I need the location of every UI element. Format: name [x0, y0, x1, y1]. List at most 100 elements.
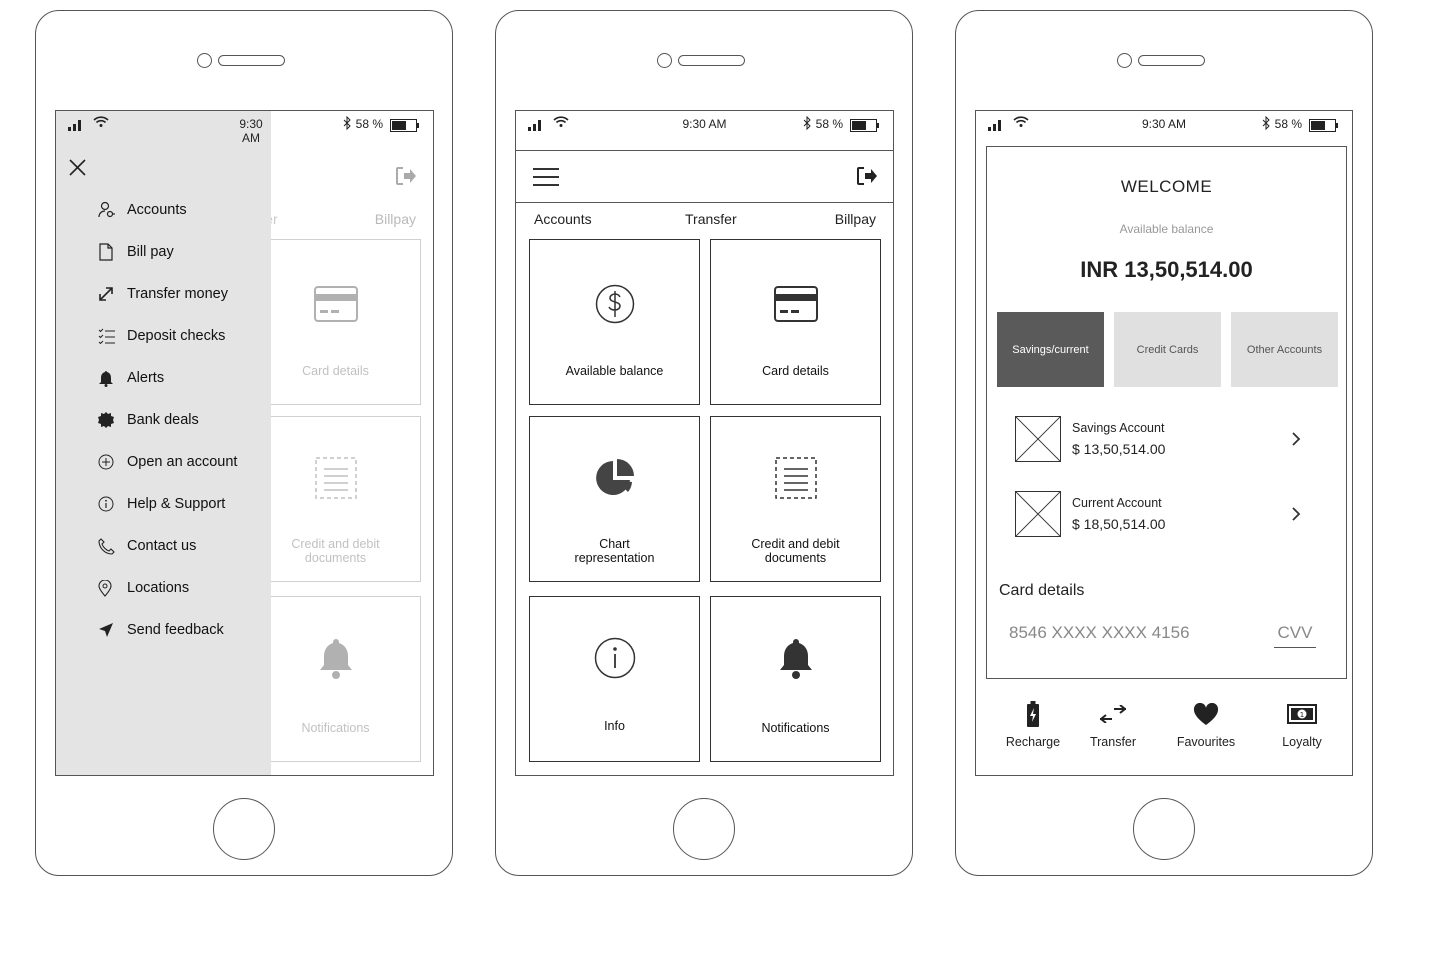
tile-label: Available balance	[565, 364, 664, 378]
menu-item-bank-deals[interactable]: Bank deals	[98, 409, 199, 431]
account-row-current[interactable]: Current Account $ 18,50,514.00	[1015, 491, 1315, 541]
menu-item-label: Contact us	[127, 538, 197, 554]
expand-arrows-icon	[98, 286, 118, 302]
transfer-arrows-icon	[1073, 699, 1153, 729]
menu-item-label: Transfer money	[127, 286, 228, 302]
navigation-drawer: 9:30 AM Accounts Bill pay Transfer money De…	[56, 111, 271, 775]
battery-percent: 58 %	[815, 117, 843, 131]
tile-notifications[interactable]: Notifications	[710, 596, 881, 762]
phone-icon	[98, 537, 118, 555]
tile-available-balance[interactable]: Available balance	[529, 239, 700, 405]
speaker	[678, 55, 745, 66]
bluetooth-icon	[803, 116, 811, 130]
phone-frame-accounts: 9:30 AM 58 % WELCOME Available balance I…	[955, 10, 1373, 876]
nav-loyalty[interactable]: 1 Loyalty	[1262, 699, 1342, 749]
logout-icon	[395, 166, 417, 191]
bell-icon	[251, 637, 420, 679]
nav-transfer[interactable]: Transfer	[1073, 699, 1153, 749]
app-bar	[516, 150, 893, 203]
account-amount: $ 18,50,514.00	[1072, 516, 1166, 532]
bluetooth-icon	[1262, 116, 1270, 130]
badge-icon	[98, 412, 118, 428]
cvv-field[interactable]: CVV	[1274, 623, 1316, 648]
wifi-icon	[93, 116, 109, 127]
battery-percent: 58 %	[355, 117, 383, 131]
heart-icon	[1166, 699, 1246, 729]
segment-credit-cards[interactable]: Credit Cards	[1114, 312, 1221, 387]
menu-item-label: Alerts	[127, 370, 165, 386]
menu-item-open-an-account[interactable]: Open an account	[98, 451, 237, 473]
info-circle-icon	[98, 496, 118, 512]
nav-favourites[interactable]: Favourites	[1166, 699, 1246, 749]
close-icon[interactable]	[69, 159, 86, 181]
tile-label: Credit and debit documents	[751, 537, 840, 565]
menu-item-deposit-checks[interactable]: Deposit checks	[98, 325, 225, 347]
menu-item-send-feedback[interactable]: Send feedback	[98, 619, 224, 641]
battery-icon	[850, 119, 879, 132]
status-bar: 9:30 AM	[56, 111, 271, 145]
tile-info[interactable]: Info	[529, 596, 700, 762]
segment-savings-current[interactable]: Savings/current	[997, 312, 1104, 387]
speaker	[218, 55, 285, 66]
credit-card-icon	[251, 286, 420, 322]
menu-item-label: Help & Support	[127, 496, 226, 512]
menu-item-contact-us[interactable]: Contact us	[98, 535, 196, 557]
home-button[interactable]	[1133, 798, 1195, 860]
bell-icon	[711, 637, 880, 679]
status-time: 9:30 AM	[239, 117, 263, 145]
menu-item-help-support[interactable]: Help & Support	[98, 493, 225, 515]
plus-circle-icon	[98, 454, 118, 470]
tile-label: Notifications	[761, 721, 830, 735]
nav-label: Recharge	[1005, 735, 1061, 749]
tile-credit-debit-documents[interactable]: Credit and debit documents	[710, 416, 881, 582]
hamburger-menu-icon[interactable]	[533, 167, 559, 192]
document-list-icon	[711, 457, 880, 499]
battery-icon	[390, 119, 419, 132]
tile-chart-representation[interactable]: Chart representation	[529, 416, 700, 582]
tab-transfer[interactable]: Transfer	[685, 211, 737, 227]
menu-item-transfer-money[interactable]: Transfer money	[98, 283, 228, 305]
tab-bar: Accounts Transfer Billpay	[516, 211, 893, 231]
battery-icon	[1309, 119, 1338, 132]
menu-item-label: Bill pay	[127, 244, 174, 260]
bell-icon	[98, 370, 118, 387]
tile-label: Card details	[302, 364, 369, 378]
welcome-title: WELCOME	[1120, 177, 1213, 196]
tab-billpay[interactable]: Billpay	[835, 211, 876, 227]
send-icon	[98, 622, 118, 638]
screen-home: 9:30 AM 58 % Accounts Transfer Billpay A…	[515, 110, 894, 776]
status-bar: 9:30 AM 58 %	[976, 111, 1352, 139]
screen-menu: Transfer Billpay Card details Credit and…	[55, 110, 434, 776]
info-circle-icon	[530, 637, 699, 679]
camera	[197, 53, 212, 68]
camera	[1117, 53, 1132, 68]
battery-charge-icon	[993, 699, 1073, 729]
account-amount: $ 13,50,514.00	[1072, 441, 1166, 457]
dollar-circle-icon	[530, 284, 699, 324]
menu-item-accounts[interactable]: Accounts	[98, 199, 187, 221]
tile-credit-debit: Credit and debit documents	[250, 416, 421, 582]
chevron-right-icon	[1292, 432, 1301, 446]
logout-icon[interactable]	[856, 166, 878, 191]
menu-item-label: Bank deals	[127, 412, 199, 428]
tab-accounts[interactable]: Accounts	[534, 211, 592, 227]
nav-recharge[interactable]: Recharge	[993, 699, 1073, 749]
home-button[interactable]	[213, 798, 275, 860]
home-button[interactable]	[673, 798, 735, 860]
signal-icon	[68, 120, 81, 131]
tile-label: Card details	[762, 364, 829, 378]
tile-label: Chart representation	[574, 537, 655, 565]
account-row-savings[interactable]: Savings Account $ 13,50,514.00	[1015, 416, 1315, 466]
menu-item-bill-pay[interactable]: Bill pay	[98, 241, 174, 263]
card-details-title: Card details	[999, 582, 1085, 599]
balance-amount: INR 13,50,514.00	[1080, 257, 1253, 282]
tile-label: Notifications	[301, 721, 370, 735]
menu-item-alerts[interactable]: Alerts	[98, 367, 164, 389]
speaker	[1138, 55, 1205, 66]
menu-item-locations[interactable]: Locations	[98, 577, 189, 599]
nav-label: Transfer	[1089, 735, 1137, 749]
card-number-field[interactable]: 8546 XXXX XXXX 4156	[1009, 623, 1190, 643]
battery-percent: 58 %	[1274, 117, 1302, 131]
segment-other-accounts[interactable]: Other Accounts	[1231, 312, 1338, 387]
tile-card-details[interactable]: Card details	[710, 239, 881, 405]
